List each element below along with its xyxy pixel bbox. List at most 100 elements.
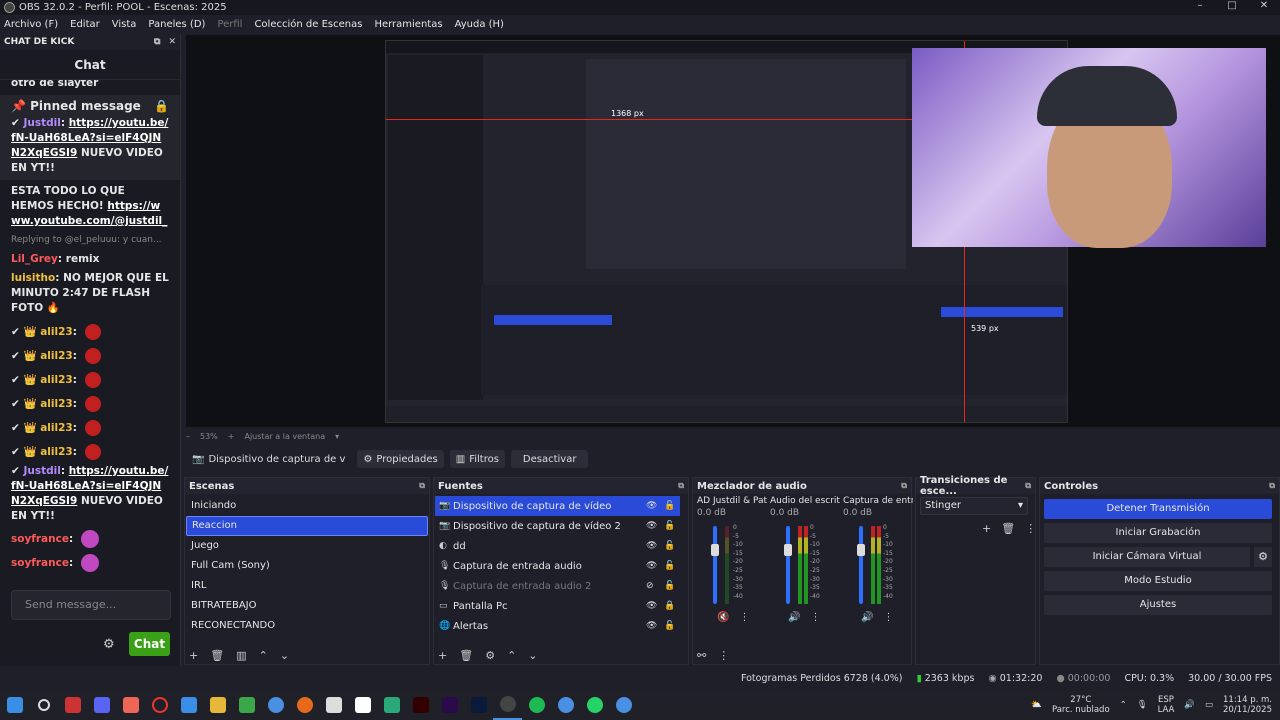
clock[interactable]: 11:14 p. m. 20/11/2025 — [1223, 695, 1272, 715]
menu-docks[interactable]: Paneles (D) — [148, 19, 205, 30]
minimize-button[interactable]: – — [1184, 0, 1216, 11]
dock-float-icon[interactable]: ⧉ — [419, 481, 425, 491]
volume-fader[interactable] — [859, 526, 863, 604]
volume-fader[interactable] — [713, 526, 717, 604]
properties-button[interactable]: ⚙ Propiedades — [357, 450, 444, 468]
more-icon[interactable]: ⋮ — [810, 612, 820, 623]
drive-icon[interactable] — [232, 690, 261, 720]
eye-hidden-icon[interactable]: ⊘ — [646, 581, 664, 591]
search-icon[interactable] — [29, 690, 58, 720]
discord-icon[interactable] — [87, 690, 116, 720]
zoom-fit[interactable]: Ajustar a la ventana — [244, 432, 325, 441]
battery-icon[interactable]: ▭ — [1205, 700, 1213, 710]
gear-icon[interactable]: ⚙ — [103, 637, 115, 652]
app-icon[interactable] — [116, 690, 145, 720]
more-icon[interactable]: ⋮ — [883, 612, 893, 623]
more-icon[interactable]: ⋮ — [739, 612, 749, 623]
trash-icon[interactable]: 🗑 — [210, 649, 224, 662]
dock-float-icon[interactable]: ⧉ — [678, 481, 684, 491]
lock-icon[interactable]: 🔓 — [664, 561, 676, 571]
filter-icon[interactable]: ▥ — [236, 649, 246, 662]
more-icon[interactable]: ⋮ — [718, 649, 729, 662]
source-item[interactable]: ◐ dd 👁 🔓 — [435, 536, 680, 556]
chrome-icon[interactable] — [261, 690, 290, 720]
volume-fader[interactable] — [786, 526, 790, 604]
trash-icon[interactable]: 🗑 — [459, 649, 473, 662]
chrome-icon[interactable] — [551, 690, 580, 720]
illustrator-icon[interactable] — [406, 690, 435, 720]
zoom-in-button[interactable]: + — [228, 432, 235, 441]
dock-float-icon[interactable]: ⧉ — [1269, 481, 1275, 491]
scene-item[interactable]: RECONECTANDO — [186, 616, 428, 636]
start-recording-button[interactable]: Iniciar Grabación — [1044, 523, 1272, 543]
filters-button[interactable]: ▥ Filtros — [449, 450, 505, 468]
menu-file[interactable]: Archivo (F) — [4, 19, 58, 30]
app-icon[interactable] — [145, 690, 174, 720]
menu-edit[interactable]: Editar — [70, 19, 100, 30]
language-indicator[interactable]: ESP LAA — [1158, 695, 1175, 715]
app-icon[interactable] — [58, 690, 87, 720]
scene-item[interactable]: IRL — [186, 576, 428, 596]
menu-scene-collection[interactable]: Colección de Escenas — [254, 19, 362, 30]
eye-icon[interactable]: 👁 — [646, 541, 664, 551]
source-item[interactable]: 📷 Dispositivo de captura de vídeo 2 👁 🔓 — [435, 516, 680, 536]
chevron-down-icon[interactable]: ⌄ — [528, 649, 537, 662]
chevron-up-icon[interactable]: ⌃ — [1120, 700, 1127, 710]
lock-icon[interactable]: 🔒 — [664, 601, 676, 611]
gear-icon[interactable]: ⚙ — [1254, 547, 1272, 567]
chat-send-button[interactable]: Chat — [129, 632, 170, 656]
chevron-up-icon[interactable]: ⌃ — [259, 649, 268, 662]
add-icon[interactable]: + — [982, 522, 991, 535]
lock-icon[interactable]: 🔓 — [664, 541, 676, 551]
lock-icon[interactable]: 🔓 — [664, 501, 676, 511]
source-item[interactable]: 🎙 Captura de entrada audio 2 ⊘ 🔓 — [435, 576, 680, 596]
chevron-down-icon[interactable]: ⌄ — [280, 649, 289, 662]
scene-item[interactable]: Iniciando — [186, 496, 428, 516]
gear-icon[interactable]: ⚙ — [485, 649, 495, 662]
eye-icon[interactable]: 👁 — [646, 601, 664, 611]
weather-icon[interactable]: ⛅ — [1031, 700, 1042, 710]
scene-item-selected[interactable]: Reaccion — [186, 516, 428, 536]
folder-icon[interactable] — [203, 690, 232, 720]
photoshop-icon[interactable] — [464, 690, 493, 720]
source-item[interactable]: 🎙 Captura de entrada audio 👁 🔓 — [435, 556, 680, 576]
eye-icon[interactable]: 👁 — [646, 501, 664, 511]
menu-help[interactable]: Ayuda (H) — [455, 19, 504, 30]
menu-profile[interactable]: Perfil — [217, 19, 242, 30]
dock-float-icon[interactable]: ⧉ — [901, 481, 907, 491]
fader-handle[interactable] — [857, 544, 865, 556]
eye-icon[interactable]: 👁 — [646, 621, 664, 631]
speaker-icon[interactable]: 🔊 — [861, 612, 873, 623]
zoom-out-button[interactable]: – — [186, 432, 190, 441]
scene-item[interactable]: Juego — [186, 536, 428, 556]
app-icon[interactable] — [377, 690, 406, 720]
stop-stream-button[interactable]: Detener Transmisión — [1044, 499, 1272, 519]
start-virtual-cam-button[interactable]: Iniciar Cámara Virtual — [1044, 547, 1250, 567]
whatsapp-icon[interactable] — [580, 690, 609, 720]
firefox-icon[interactable] — [290, 690, 319, 720]
store-icon[interactable] — [174, 690, 203, 720]
dock-float-icon[interactable]: ⧉ — [1025, 481, 1031, 491]
chevron-up-icon[interactable]: ⌃ — [507, 649, 516, 662]
premiere-icon[interactable] — [435, 690, 464, 720]
scene-item[interactable]: Full Cam (Sony) — [186, 556, 428, 576]
spotify-icon[interactable] — [522, 690, 551, 720]
source-item[interactable]: 🌐 Alertas 👁 🔓 — [435, 616, 680, 636]
lock-icon[interactable]: 🔓 — [664, 521, 676, 531]
chat-messages[interactable]: otro de slayter 📌 Pinned message 🔒 ✔ Just… — [0, 80, 180, 582]
chevron-down-icon[interactable]: ▾ — [335, 432, 339, 441]
menu-tools[interactable]: Herramientas — [374, 19, 442, 30]
settings-button[interactable]: Ajustes — [1044, 595, 1272, 615]
chrome-icon[interactable] — [609, 690, 638, 720]
studio-mode-button[interactable]: Modo Estudio — [1044, 571, 1272, 591]
more-icon[interactable]: ⋮ — [1025, 522, 1036, 535]
fader-handle[interactable] — [711, 544, 719, 556]
close-button[interactable]: ✕ — [1248, 0, 1280, 11]
eye-icon[interactable]: 👁 — [646, 561, 664, 571]
link-icon[interactable]: ⚯ — [697, 649, 706, 662]
obs-icon[interactable] — [493, 690, 522, 720]
lock-icon[interactable]: 🔓 — [664, 581, 676, 591]
mic-icon[interactable]: 🎙 — [1137, 700, 1148, 710]
float-icon[interactable]: ⧉ — [154, 37, 160, 47]
source-item[interactable]: ▭ Pantalla Pc 👁 🔒 — [435, 596, 680, 616]
